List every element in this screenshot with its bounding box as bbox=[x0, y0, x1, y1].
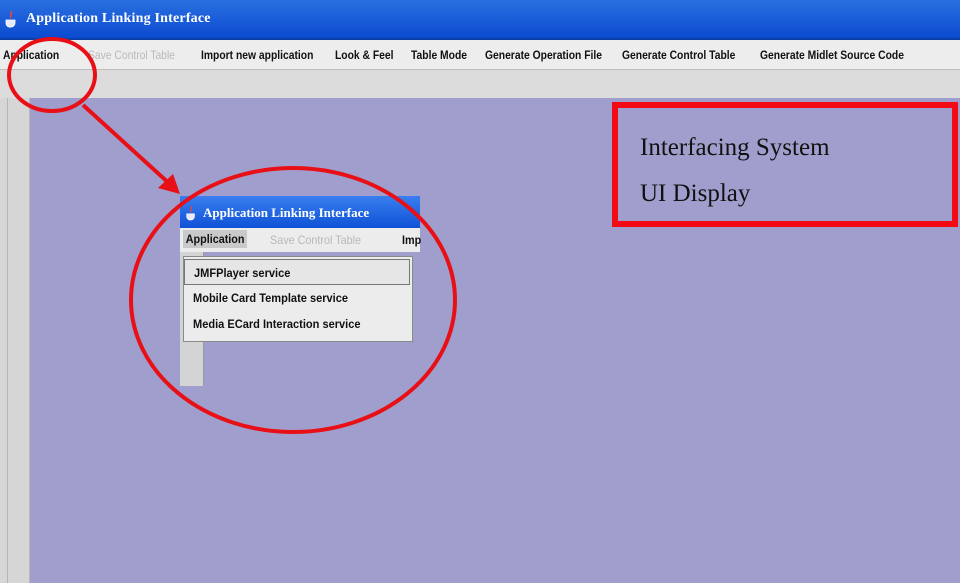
window-titlebar[interactable]: Application Linking Interface bbox=[0, 0, 960, 40]
annotation-line-2: UI Display bbox=[640, 180, 751, 207]
dropdown-item-mobile-card-template[interactable]: Mobile Card Template service bbox=[184, 285, 410, 311]
java-cup-icon bbox=[186, 205, 195, 221]
left-panel bbox=[0, 98, 30, 583]
zoomed-menu-bar: Application Save Control Table Imp bbox=[180, 228, 421, 252]
menu-import-new-application[interactable]: Import new application bbox=[201, 48, 313, 62]
menu-table-mode[interactable]: Table Mode bbox=[411, 48, 467, 62]
menu-look-and-feel[interactable]: Look & Feel bbox=[335, 48, 393, 62]
zoomed-menu-application[interactable]: Application bbox=[183, 230, 248, 248]
java-cup-icon bbox=[5, 10, 16, 28]
menu-application[interactable]: Application bbox=[3, 48, 59, 62]
zoomed-window-title: Application Linking Interface bbox=[203, 205, 370, 220]
zoomed-window-titlebar[interactable]: Application Linking Interface bbox=[180, 196, 420, 228]
dropdown-item-media-ecard-interaction[interactable]: Media ECard Interaction service bbox=[184, 311, 410, 337]
zoomed-window: Application Linking Interface Applicatio… bbox=[180, 196, 421, 386]
dropdown-item-jmfplayer[interactable]: JMFPlayer service bbox=[184, 259, 410, 285]
menu-bar: Application Save Control Table Import ne… bbox=[0, 40, 960, 70]
menu-save-control-table[interactable]: Save Control Table bbox=[88, 48, 175, 62]
menu-generate-operation-file[interactable]: Generate Operation File bbox=[485, 48, 602, 62]
zoomed-menu-import[interactable]: Imp bbox=[402, 233, 421, 247]
toolbar-area bbox=[0, 70, 960, 98]
menu-generate-control-table[interactable]: Generate Control Table bbox=[622, 48, 735, 62]
window-title: Application Linking Interface bbox=[26, 11, 211, 26]
zoomed-menu-save-control-table[interactable]: Save Control Table bbox=[270, 233, 361, 247]
application-dropdown-menu: JMFPlayer service Mobile Card Template s… bbox=[183, 256, 413, 342]
menu-generate-midlet-source-code[interactable]: Generate Midlet Source Code bbox=[760, 48, 904, 62]
annotation-line-1: Interfacing System bbox=[640, 134, 830, 161]
annotation-box: Interfacing System UI Display bbox=[612, 102, 958, 227]
